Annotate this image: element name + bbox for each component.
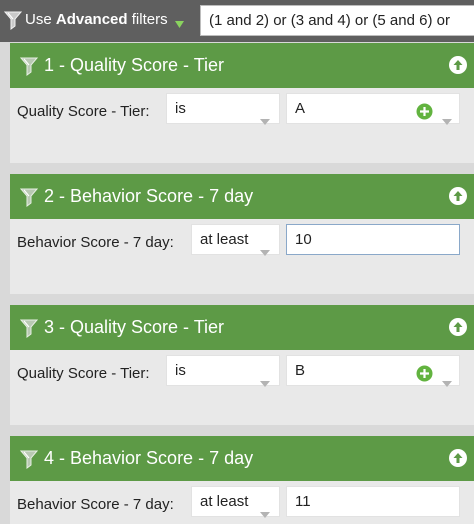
filter-header-4: 4 - Behavior Score - 7 day: [10, 436, 474, 481]
filter-title: 1 - Quality Score - Tier: [44, 55, 225, 75]
filter-header-2: 2 - Behavior Score - 7 day: [10, 174, 474, 219]
funnel-icon[interactable]: [19, 449, 39, 474]
caret-down-icon: [260, 499, 270, 524]
value-select[interactable]: A: [286, 93, 460, 125]
filter-logic-input[interactable]: (1 and 2) or (3 and 4) or (5 and 6) or: [200, 5, 474, 36]
filter-title: 2 - Behavior Score - 7 day: [44, 186, 254, 206]
operator-select[interactable]: is: [166, 93, 280, 125]
add-value-icon[interactable]: [416, 363, 433, 392]
caret-down-icon: [260, 106, 270, 135]
caret-down-icon: [442, 368, 452, 397]
advanced-filters-bar: Use Advanced filters (1 and 2) or (3 and…: [0, 0, 474, 42]
operator-select[interactable]: at least: [191, 224, 280, 256]
funnel-icon[interactable]: [3, 10, 23, 35]
field-label: Quality Score - Tier:: [17, 103, 150, 120]
filter-card-1: 1 - Quality Score - Tier Quality Score -…: [10, 43, 474, 163]
filter-card-3: 3 - Quality Score - Tier Quality Score -…: [10, 305, 474, 425]
value-select[interactable]: B: [286, 355, 460, 387]
caret-down-icon: [260, 368, 270, 397]
filter-title: 3 - Quality Score - Tier: [44, 317, 225, 337]
operator-select[interactable]: is: [166, 355, 280, 387]
caret-down-icon: [442, 106, 452, 135]
value-input[interactable]: 11: [286, 486, 460, 517]
filter-title: 4 - Behavior Score - 7 day: [44, 448, 254, 468]
filter-header-1: 1 - Quality Score - Tier: [10, 43, 474, 88]
field-label: Quality Score - Tier:: [17, 365, 150, 382]
funnel-icon[interactable]: [19, 187, 39, 212]
arrow-up-icon[interactable]: [449, 318, 467, 336]
add-value-icon[interactable]: [416, 101, 433, 130]
caret-down-icon: [260, 237, 270, 266]
arrow-up-icon[interactable]: [449, 56, 467, 74]
filter-header-3: 3 - Quality Score - Tier: [10, 305, 474, 350]
field-label: Behavior Score - 7 day:: [17, 234, 174, 251]
operator-select[interactable]: at least: [191, 486, 280, 518]
funnel-icon[interactable]: [19, 56, 39, 81]
advanced-filters-toggle[interactable]: Use Advanced filters: [25, 11, 168, 28]
field-label: Behavior Score - 7 day:: [17, 496, 174, 513]
filter-card-2: 2 - Behavior Score - 7 day Behavior Scor…: [10, 174, 474, 294]
filter-card-4: 4 - Behavior Score - 7 day Behavior Scor…: [10, 436, 474, 524]
arrow-up-icon[interactable]: [449, 187, 467, 205]
value-input[interactable]: 10: [286, 224, 460, 255]
triangle-down-icon[interactable]: [175, 16, 184, 34]
arrow-up-icon[interactable]: [449, 449, 467, 467]
funnel-icon[interactable]: [19, 318, 39, 343]
